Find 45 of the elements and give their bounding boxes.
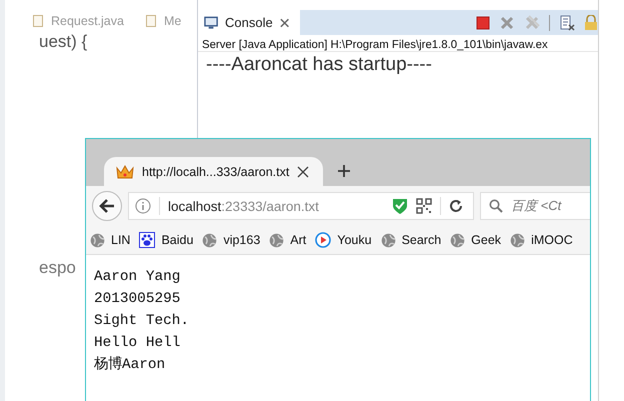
code-line: uest) { xyxy=(39,32,88,52)
clear-icon[interactable] xyxy=(559,14,575,30)
bookmark-item[interactable]: LIN xyxy=(90,232,130,248)
back-button[interactable] xyxy=(92,191,122,221)
text-line: 杨博Aaron xyxy=(94,355,166,375)
globe-icon xyxy=(202,232,218,248)
paw-icon xyxy=(139,232,156,248)
file-icon xyxy=(146,15,156,27)
close-icon[interactable] xyxy=(278,16,290,28)
search-field[interactable]: 百度 <Ct xyxy=(480,192,590,220)
bookmark-item[interactable]: Art xyxy=(269,232,306,248)
shield-icon[interactable] xyxy=(392,197,408,215)
text-line: Hello Hell xyxy=(94,334,182,353)
text-line: Sight Tech. xyxy=(94,312,190,331)
play-icon xyxy=(315,232,332,248)
new-tab-icon[interactable] xyxy=(337,164,352,178)
process-label: Server [Java Application] H:\Program Files\jre1.8.0_101\bin\javaw.ex xyxy=(198,35,598,52)
stop-icon[interactable] xyxy=(476,16,490,30)
reload-icon[interactable] xyxy=(449,199,463,213)
monitor-icon xyxy=(204,16,220,30)
info-icon[interactable] xyxy=(135,198,151,214)
file-icon xyxy=(33,15,43,27)
console-tab[interactable]: Console xyxy=(198,10,300,35)
text-line: 2013005295 xyxy=(94,290,182,309)
globe-icon xyxy=(269,232,284,248)
globe-icon xyxy=(450,232,466,248)
globe-icon xyxy=(90,232,105,248)
bookmark-item[interactable]: Geek xyxy=(450,232,502,248)
bookmark-item[interactable]: Baidu xyxy=(139,232,194,248)
bookmark-item[interactable]: iMOOC xyxy=(510,232,573,248)
text-line: Aaron Yang xyxy=(94,268,182,287)
globe-icon xyxy=(510,232,526,248)
qr-code-icon[interactable] xyxy=(416,198,432,214)
bookmark-item[interactable]: vip163 xyxy=(202,232,260,248)
close-icon[interactable] xyxy=(297,166,310,178)
console-output: ----Aaroncat has startup---- xyxy=(205,53,433,76)
bookmark-item[interactable]: Search xyxy=(380,232,442,248)
bookmark-item[interactable]: Youku xyxy=(315,232,372,248)
browser-tab[interactable]: http://localh...333/aaron.txt xyxy=(104,157,324,186)
crown-icon xyxy=(116,164,134,180)
address-field[interactable]: localhost:23333/aaron.txt xyxy=(128,192,474,220)
code-line: espo xyxy=(39,258,76,278)
search-icon xyxy=(489,199,503,213)
globe-icon xyxy=(380,232,396,248)
back-arrow-icon xyxy=(99,199,115,213)
